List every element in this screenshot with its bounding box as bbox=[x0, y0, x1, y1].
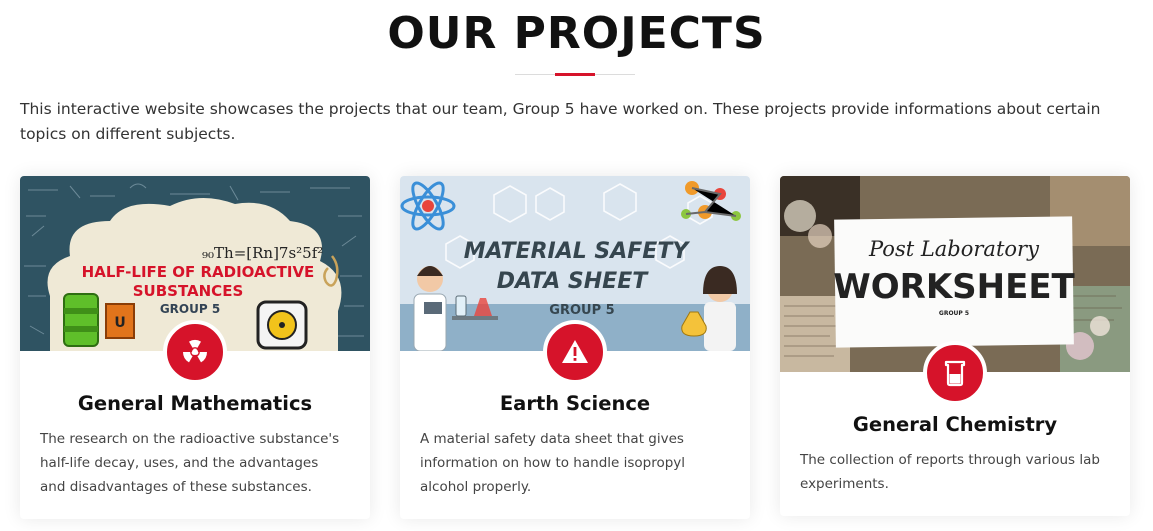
section-title: OUR PROJECTS bbox=[387, 8, 766, 59]
project-card-earth-science[interactable]: MATERIAL SAFETY DATA SHEET GROUP 5 Earth… bbox=[400, 176, 750, 519]
radiation-icon bbox=[163, 320, 227, 384]
thumbnail-title-line1: Post Laboratory bbox=[868, 237, 1040, 261]
thumbnail-subtitle: GROUP 5 bbox=[160, 302, 220, 316]
beaker-icon bbox=[923, 341, 987, 405]
thumbnail-title-line1: HALF-LIFE OF RADIOACTIVE bbox=[82, 263, 315, 281]
thumbnail-formula: ₉₀Th=[Rn]7s²5f² bbox=[202, 244, 323, 262]
project-card-general-mathematics[interactable]: ₉₀Th=[Rn]7s²5f² HALF-LIFE OF RADIOACTIVE… bbox=[20, 176, 370, 519]
thumbnail-title-line1: MATERIAL SAFETY bbox=[464, 239, 691, 264]
project-card-general-chemistry[interactable]: Post Laboratory WORKSHEET GROUP 5 Genera… bbox=[780, 176, 1130, 516]
project-title[interactable]: Earth Science bbox=[400, 392, 750, 415]
thumbnail-title-line2: SUBSTANCES bbox=[133, 282, 244, 300]
project-title[interactable]: General Mathematics bbox=[20, 392, 370, 415]
thumbnail-title-line2: WORKSHEET bbox=[833, 267, 1075, 307]
title-divider-accent bbox=[555, 73, 595, 76]
thumbnail-subtitle: GROUP 5 bbox=[939, 310, 969, 317]
svg-text:U: U bbox=[114, 315, 125, 331]
thumbnail-title-line2: DATA SHEET bbox=[497, 269, 649, 294]
title-divider bbox=[515, 73, 635, 76]
thumbnail-subtitle: GROUP 5 bbox=[549, 303, 614, 318]
project-description: The collection of reports through variou… bbox=[800, 452, 1100, 492]
warning-icon bbox=[543, 320, 607, 384]
section-intro: This interactive website showcases the p… bbox=[20, 100, 1101, 143]
project-title[interactable]: General Chemistry bbox=[780, 413, 1130, 436]
project-description: A material safety data sheet that gives … bbox=[420, 431, 686, 495]
project-description: The research on the radioactive substanc… bbox=[40, 431, 340, 495]
